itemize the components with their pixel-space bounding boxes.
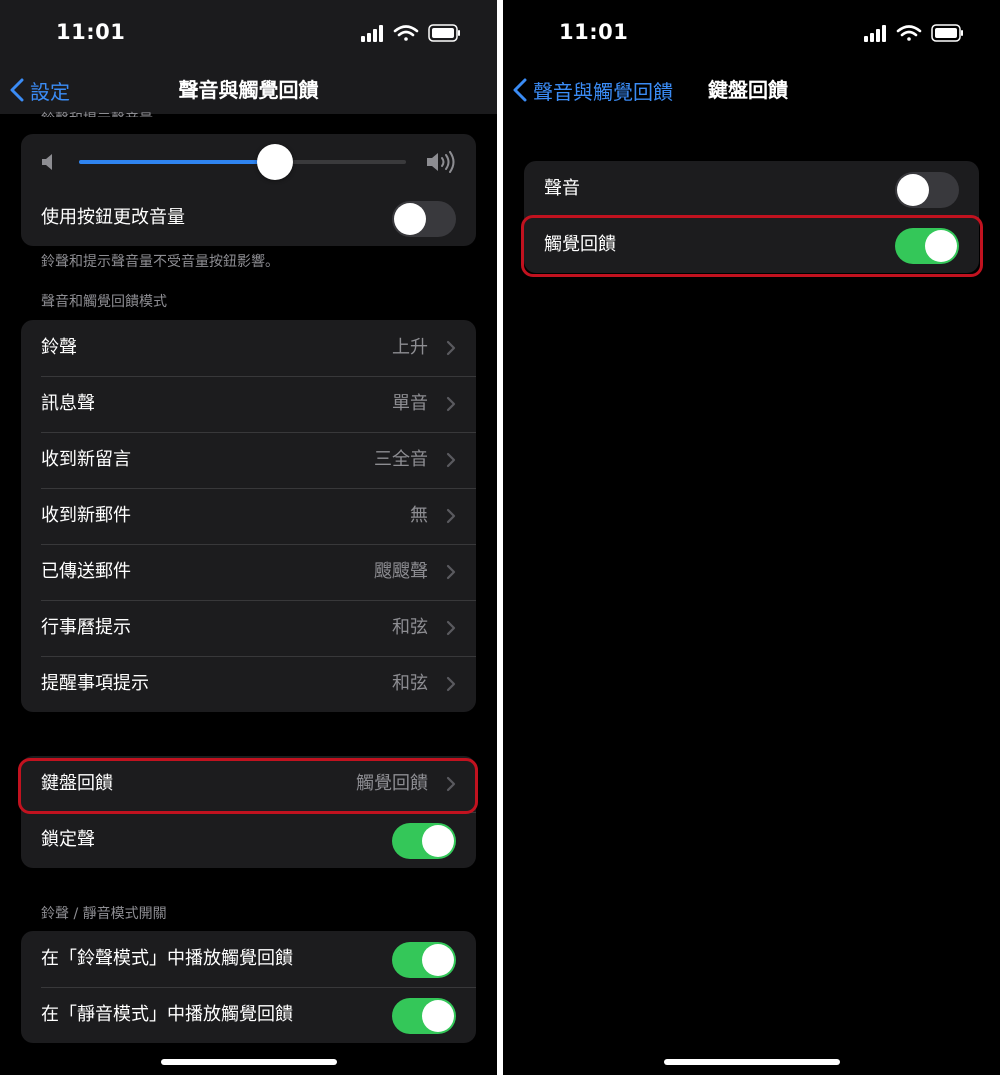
speaker-low-icon <box>42 154 52 170</box>
pattern-value: 和弦 <box>392 673 428 694</box>
toggle-knob <box>422 1000 454 1032</box>
toggle-knob <box>897 174 929 206</box>
lock-sound-row: 鎖定聲 <box>21 812 476 868</box>
pattern-row-ringtone[interactable]: 鈴聲 上升 <box>21 320 476 376</box>
wifi-icon <box>896 25 922 41</box>
pattern-label: 收到新留言 <box>41 449 131 470</box>
status-time: 11:01 <box>56 20 126 44</box>
pattern-row-calendar-alerts[interactable]: 行事曆提示 和弦 <box>21 600 476 656</box>
volume-slider-thumb[interactable] <box>257 144 294 180</box>
pattern-value: 和弦 <box>392 617 428 638</box>
keyboard-feedback-label: 鍵盤回饋 <box>41 773 113 794</box>
volume-slider[interactable] <box>79 144 406 180</box>
keyboard-haptic-toggle[interactable] <box>895 228 959 264</box>
toggle-knob <box>422 944 454 976</box>
toggle-knob <box>394 203 426 235</box>
pattern-value: 上升 <box>392 337 428 358</box>
home-indicator[interactable] <box>663 1059 840 1065</box>
toggle-knob <box>925 230 957 262</box>
keyboard-haptic-row: 觸覺回饋 <box>524 217 979 273</box>
pattern-label: 已傳送郵件 <box>41 561 131 582</box>
wifi-icon <box>393 25 419 41</box>
chevron-right-icon <box>446 340 456 356</box>
back-label: 聲音與觸覺回饋 <box>533 79 673 104</box>
silent-mode-haptics-row: 在「靜音模式」中播放觸覺回饋 <box>21 987 476 1043</box>
patterns-group: 鈴聲 上升 訊息聲 單音 收到新留言 三全音 收到新郵件 無 已傳送郵件 颼颼聲… <box>21 320 476 712</box>
pattern-value: 無 <box>410 505 428 526</box>
ring-mode-haptics-row: 在「鈴聲模式」中播放觸覺回饋 <box>21 931 476 987</box>
back-button[interactable]: 聲音與觸覺回饋 <box>513 74 673 106</box>
pattern-row-sent-mail[interactable]: 已傳送郵件 颼颼聲 <box>21 544 476 600</box>
page-title: 鍵盤回饋 <box>708 78 788 102</box>
change-with-buttons-row: 使用按鈕更改音量 <box>21 190 476 246</box>
chevron-right-icon <box>446 620 456 636</box>
ring-mode-haptics-label: 在「鈴聲模式」中播放觸覺回饋 <box>41 948 293 969</box>
keyboard-haptic-label: 觸覺回饋 <box>544 234 616 255</box>
battery-icon <box>428 24 460 42</box>
left-screen: 11:01 設定 聲音與觸覺回饋 使用按鈕更改音量 鈴聲和提示聲音量不受音量按鈕… <box>0 0 497 1075</box>
page-title: 聲音與觸覺回饋 <box>178 78 319 102</box>
chevron-right-icon <box>446 452 456 468</box>
pattern-label: 收到新郵件 <box>41 505 131 526</box>
pattern-value: 三全音 <box>374 449 428 470</box>
status-icons <box>864 24 963 42</box>
change-with-buttons-toggle[interactable] <box>392 201 456 237</box>
signal-icon <box>864 25 886 42</box>
keyboard-lock-group: 鍵盤回饋 觸覺回饋 鎖定聲 <box>21 756 476 868</box>
keyboard-feedback-value: 觸覺回饋 <box>356 773 428 794</box>
chevron-left-icon <box>513 78 527 102</box>
pattern-row-new-voicemail[interactable]: 收到新留言 三全音 <box>21 432 476 488</box>
pattern-label: 提醒事項提示 <box>41 673 149 694</box>
volume-footer: 鈴聲和提示聲音量不受音量按鈕影響。 <box>41 254 279 270</box>
pattern-value: 颼颼聲 <box>374 561 428 582</box>
change-with-buttons-label: 使用按鈕更改音量 <box>41 207 185 228</box>
keyboard-sound-toggle[interactable] <box>895 172 959 208</box>
pattern-value: 單音 <box>392 393 428 414</box>
signal-icon <box>361 25 383 42</box>
status-time: 11:01 <box>559 20 629 44</box>
chevron-right-icon <box>446 508 456 524</box>
chevron-right-icon <box>446 396 456 412</box>
pattern-row-text-tone[interactable]: 訊息聲 單音 <box>21 376 476 432</box>
switch-header: 鈴聲 / 靜音模式開關 <box>41 906 167 922</box>
keyboard-sound-row: 聲音 <box>524 161 979 217</box>
speaker-high-icon <box>427 151 455 173</box>
toggle-knob <box>422 825 454 857</box>
volume-group: 使用按鈕更改音量 <box>21 134 476 246</box>
chevron-right-icon <box>446 676 456 692</box>
keyboard-feedback-group: 聲音 觸覺回饋 <box>524 161 979 273</box>
keyboard-sound-label: 聲音 <box>544 178 580 199</box>
right-screen: 11:01 聲音與觸覺回饋 鍵盤回饋 聲音 觸覺回饋 <box>503 0 1000 1075</box>
pattern-label: 訊息聲 <box>41 393 95 414</box>
volume-slider-fill <box>79 160 276 164</box>
volume-slider-row <box>21 134 476 190</box>
status-bar: 11:01 <box>0 0 497 66</box>
switch-group: 在「鈴聲模式」中播放觸覺回饋 在「靜音模式」中播放觸覺回饋 <box>21 931 476 1043</box>
lock-sound-toggle[interactable] <box>392 823 456 859</box>
silent-mode-haptics-label: 在「靜音模式」中播放觸覺回饋 <box>41 1004 293 1025</box>
volume-header: 鈴聲和提示聲音量 <box>41 107 153 117</box>
lock-sound-label: 鎖定聲 <box>41 829 95 850</box>
silent-mode-haptics-toggle[interactable] <box>392 998 456 1034</box>
chevron-right-icon <box>446 776 456 792</box>
pattern-label: 鈴聲 <box>41 337 77 358</box>
patterns-header: 聲音和觸覺回饋模式 <box>41 294 167 310</box>
home-indicator[interactable] <box>160 1059 337 1065</box>
nav-bar: 聲音與觸覺回饋 鍵盤回饋 <box>503 66 1000 114</box>
pattern-label: 行事曆提示 <box>41 617 131 638</box>
status-bar: 11:01 <box>503 0 1000 66</box>
chevron-right-icon <box>446 564 456 580</box>
pattern-row-reminder-alerts[interactable]: 提醒事項提示 和弦 <box>21 656 476 712</box>
ring-mode-haptics-toggle[interactable] <box>392 942 456 978</box>
battery-icon <box>931 24 963 42</box>
pattern-row-new-mail[interactable]: 收到新郵件 無 <box>21 488 476 544</box>
status-icons <box>361 24 460 42</box>
keyboard-feedback-row[interactable]: 鍵盤回饋 觸覺回饋 <box>21 756 476 812</box>
